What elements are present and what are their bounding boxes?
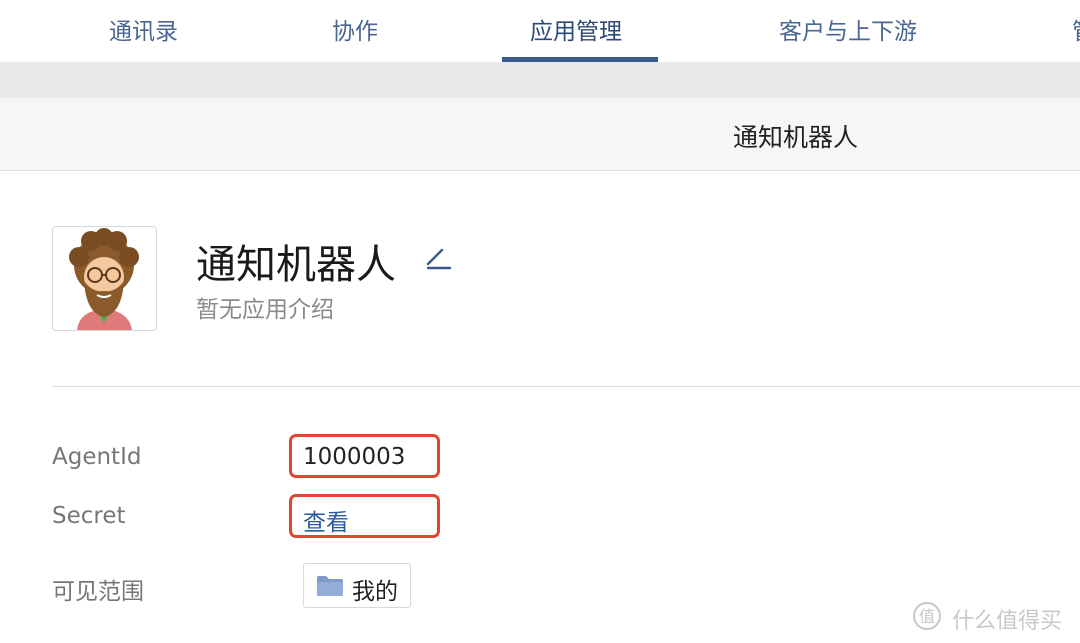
sub-header [0, 98, 1080, 171]
tab-app-management[interactable]: 应用管理 [530, 12, 622, 46]
tab-manage[interactable]: 管 [1072, 12, 1080, 46]
tab-customers[interactable]: 客户与上下游 [779, 12, 917, 46]
tab-collaboration[interactable]: 协作 [332, 12, 378, 46]
secret-label: Secret [52, 503, 126, 529]
zhi-icon: 值 [913, 602, 941, 630]
app-avatar[interactable] [52, 226, 157, 331]
app-name: 通知机器人 [196, 242, 396, 288]
watermark-text: 什么值得买 [952, 609, 1063, 634]
app-description: 暂无应用介绍 [196, 297, 334, 323]
svg-text:值: 值 [919, 607, 935, 626]
visibility-scope-label: 可见范围 [52, 579, 144, 605]
view-secret-link[interactable]: 查看 [303, 503, 349, 537]
tab-contacts[interactable]: 通讯录 [109, 12, 178, 46]
bearded-man-avatar-icon [69, 228, 139, 330]
visibility-scope-tag[interactable]: 我的 [303, 563, 411, 608]
pencil-icon[interactable] [424, 246, 452, 270]
agentid-value: 1000003 [303, 444, 406, 470]
agentid-label: AgentId [52, 444, 142, 470]
top-nav: 通讯录 协作 应用管理 客户与上下游 管 [0, 0, 1080, 62]
divider [52, 386, 1080, 387]
separator-band [0, 62, 1080, 98]
scope-value: 我的 [352, 579, 398, 605]
sub-header-title: 通知机器人 [733, 123, 859, 152]
folder-icon [317, 576, 343, 596]
